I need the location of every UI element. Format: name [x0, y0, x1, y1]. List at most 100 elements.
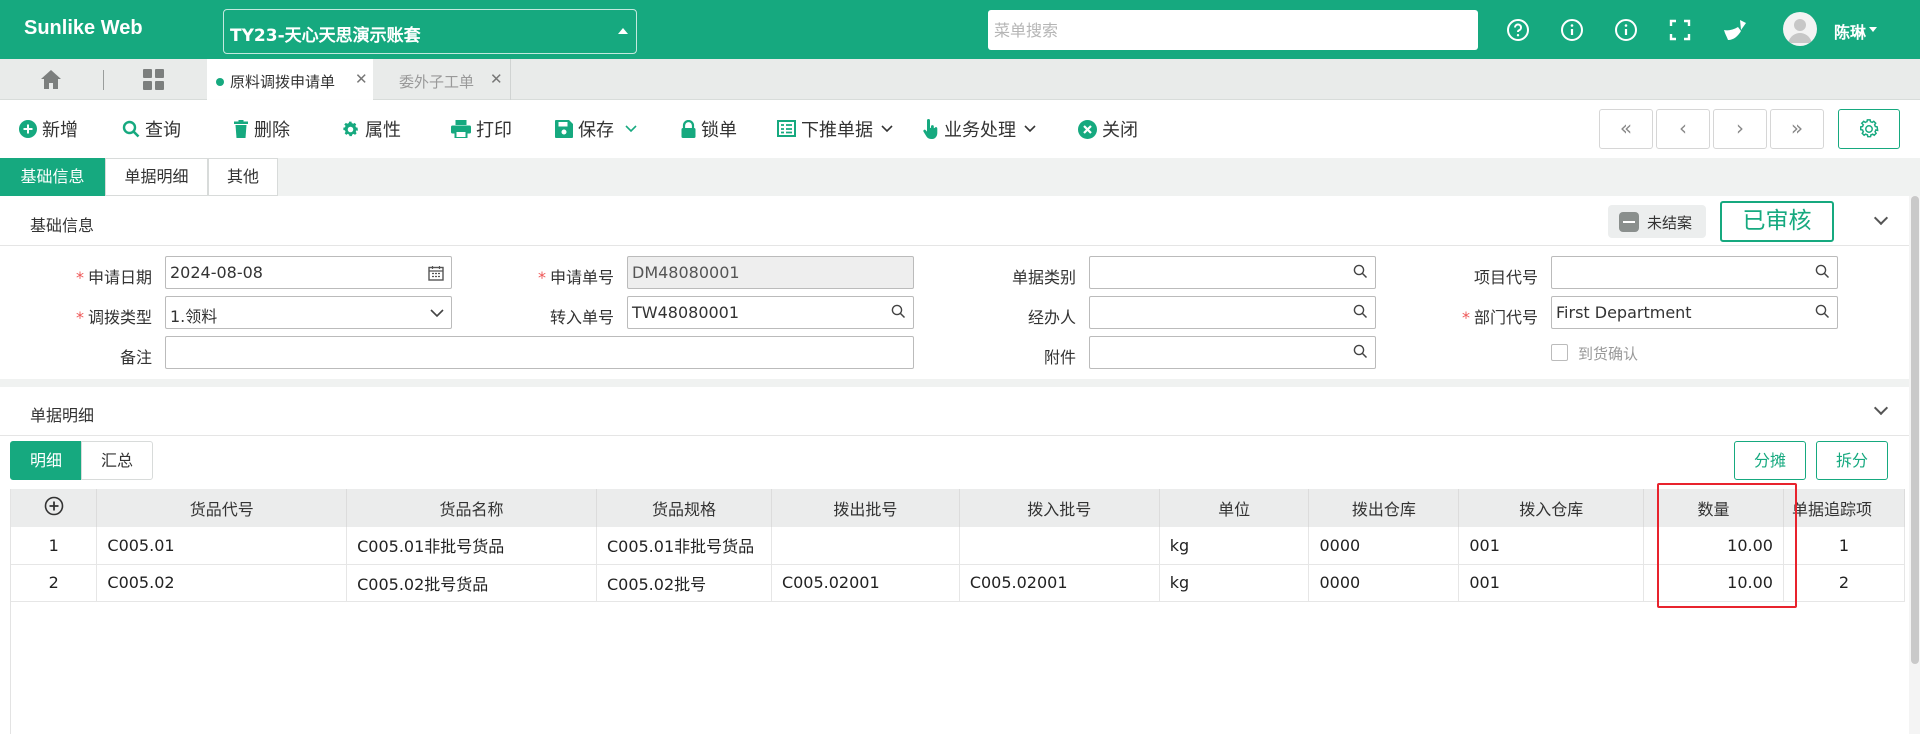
push-down-button[interactable]: 下推单据 [777, 116, 893, 142]
cell-in-warehouse[interactable]: 001 [1458, 527, 1645, 565]
cell-trace[interactable]: 2 [1783, 564, 1905, 602]
info-icon[interactable] [1560, 18, 1584, 42]
column-header[interactable]: 货品代号 [96, 489, 348, 527]
apply-date-value: 2024-08-08 [170, 263, 263, 282]
search-icon [122, 120, 140, 138]
table-row[interactable]: 1 C005.01 C005.01非批号货品 C005.01非批号货品 kg 0… [11, 527, 1905, 565]
remark-field[interactable] [165, 336, 914, 369]
cell-item-name[interactable]: C005.01非批号货品 [346, 527, 597, 565]
properties-button[interactable]: 属性 [341, 116, 401, 142]
apply-date-field[interactable]: 2024-08-08 [165, 256, 452, 289]
delete-button[interactable]: 删除 [233, 116, 290, 142]
cell-item-code[interactable]: C005.02 [96, 564, 348, 602]
transfer-type-select[interactable]: 1.领料 [165, 296, 452, 329]
column-header[interactable]: 货品名称 [346, 489, 597, 527]
cell-item-spec[interactable]: C005.02批号 [596, 564, 772, 602]
lock-icon [681, 120, 696, 138]
cell-unit[interactable]: kg [1159, 564, 1310, 602]
close-icon[interactable]: ✕ [490, 70, 503, 88]
tab-basic-info[interactable]: 基础信息 [0, 158, 105, 196]
project-code-label: 项目代号 [1473, 268, 1538, 287]
add-row-header[interactable] [11, 489, 98, 527]
cell-in-batch[interactable]: C005.02001 [959, 564, 1160, 602]
cell-item-code[interactable]: C005.01 [96, 527, 348, 565]
gear-icon [1860, 119, 1879, 138]
vertical-scrollbar[interactable] [1909, 196, 1920, 734]
tab-detail[interactable]: 明细 [10, 441, 82, 480]
section-divider [0, 245, 1910, 246]
business-process-button[interactable]: 业务处理 [923, 116, 1036, 142]
column-header[interactable]: 拨出批号 [771, 489, 960, 527]
user-name[interactable]: 陈琳 [1834, 19, 1866, 43]
previous-record-button[interactable]: ‹ [1656, 109, 1710, 149]
table-row[interactable]: 2 C005.02 C005.02批号货品 C005.02批号 C005.020… [11, 564, 1905, 602]
cell-trace[interactable]: 1 [1783, 527, 1905, 565]
handler-label: 经办人 [1027, 308, 1076, 327]
brand-logo: Sunlike Web [24, 17, 143, 39]
cell-item-name[interactable]: C005.02批号货品 [346, 564, 597, 602]
remark-label: 备注 [119, 348, 152, 367]
column-header[interactable]: 单据追踪项 [1783, 489, 1905, 527]
column-header[interactable]: 拨出仓库 [1308, 489, 1460, 527]
dept-code-label: * 部门代号 [1461, 308, 1538, 327]
cell-unit[interactable]: kg [1159, 527, 1310, 565]
column-header[interactable]: 拨入仓库 [1458, 489, 1645, 527]
column-header[interactable]: 货品规格 [596, 489, 772, 527]
cell-out-batch[interactable] [771, 527, 960, 565]
section-gap [0, 379, 1910, 387]
arrival-confirm-label: 到货确认 [1578, 345, 1639, 363]
column-header[interactable]: 单位 [1159, 489, 1310, 527]
save-button[interactable]: 保存 [555, 116, 637, 142]
cell-in-batch[interactable] [959, 527, 1160, 565]
settings-button[interactable] [1838, 109, 1900, 149]
help-icon[interactable] [1506, 18, 1530, 42]
plus-circle-icon [44, 496, 63, 516]
scrollbar-thumb[interactable] [1911, 196, 1919, 664]
split-allocate-button[interactable]: 分摊 [1734, 441, 1806, 480]
delete-label: 删除 [254, 120, 290, 141]
tab-document-details[interactable]: 单据明细 [105, 158, 208, 196]
close-icon[interactable]: ✕ [355, 70, 368, 88]
cell-out-warehouse[interactable]: 0000 [1308, 527, 1460, 565]
apps-grid-icon[interactable] [143, 69, 164, 94]
close-button[interactable]: 关闭 [1078, 116, 1138, 142]
tab-label: 原料调拨申请单 [230, 73, 336, 91]
column-header[interactable]: 拨入批号 [959, 489, 1160, 527]
arrival-confirm-checkbox[interactable] [1551, 344, 1568, 361]
split-button[interactable]: 拆分 [1816, 441, 1888, 480]
print-button[interactable]: 打印 [451, 116, 512, 142]
quantity-highlight-box [1657, 483, 1797, 608]
last-record-button[interactable]: » [1770, 109, 1824, 149]
tab-summary[interactable]: 汇总 [81, 441, 153, 480]
cell-item-spec[interactable]: C005.01非批号货品 [596, 527, 772, 565]
next-record-button[interactable]: › [1713, 109, 1767, 149]
cell-out-batch[interactable]: C005.02001 [771, 564, 960, 602]
cell-out-warehouse[interactable]: 0000 [1308, 564, 1460, 602]
in-no-field[interactable]: TW48080001 [627, 296, 914, 329]
first-record-button[interactable]: « [1599, 109, 1653, 149]
account-selector[interactable]: TY23-天心天思演示账套 [223, 9, 637, 54]
info-icon[interactable] [1614, 18, 1638, 42]
doc-type-field[interactable] [1089, 256, 1376, 289]
query-label: 查询 [145, 120, 181, 141]
cell-in-warehouse[interactable]: 001 [1458, 564, 1645, 602]
home-icon[interactable] [40, 69, 62, 94]
avatar[interactable] [1783, 12, 1817, 46]
chevron-down-icon [625, 125, 637, 133]
broom-icon[interactable] [1722, 18, 1746, 42]
handler-field[interactable] [1089, 296, 1376, 329]
menu-search-input[interactable] [988, 10, 1478, 50]
tab-outsource-suborder[interactable]: 委外子工单 ✕ [376, 59, 510, 100]
tab-other[interactable]: 其他 [208, 158, 278, 196]
project-code-field[interactable] [1551, 256, 1838, 289]
tab-material-transfer[interactable]: 原料调拨申请单 ✕ [207, 59, 373, 100]
dept-code-field[interactable]: First Department [1551, 296, 1838, 329]
lock-button[interactable]: 锁单 [681, 116, 737, 142]
fullscreen-icon[interactable] [1668, 18, 1692, 42]
section-tabs: 基础信息 单据明细 其他 [0, 158, 1920, 196]
new-button[interactable]: 新增 [19, 116, 78, 142]
attachment-field[interactable] [1089, 336, 1376, 369]
top-bar: Sunlike Web TY23-天心天思演示账套 陈琳 [0, 0, 1920, 59]
caret-down-icon[interactable] [1869, 27, 1877, 32]
query-button[interactable]: 查询 [122, 116, 181, 142]
